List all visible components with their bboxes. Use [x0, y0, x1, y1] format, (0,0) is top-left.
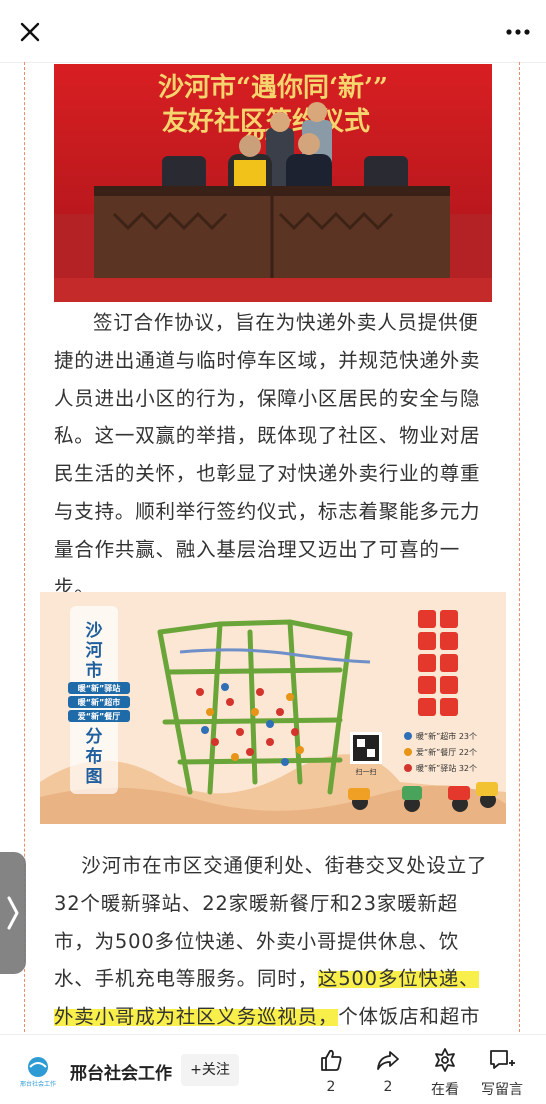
map-title-char-1: 沙	[86, 621, 103, 641]
map-tag-station: 暖“新”驿站	[78, 683, 121, 693]
paragraph-stations: 沙河市在市区交通便利处、街巷交叉处设立了32个暖新驿站、22家暖新餐厅和23家暖…	[54, 847, 494, 1032]
signing-ceremony-photo[interactable]: 沙河市“遇你同‘新’” 友好社区签约仪式 202	[54, 64, 492, 302]
map-graphic: 沙 河 市 分 布 图 暖“新”驿站 暖“新”超市 爱“新”餐厅 扫一扫 暖“新…	[40, 592, 506, 824]
like-button[interactable]: 2	[303, 1043, 359, 1101]
bottom-action-bar: 邢台社会工作 邢台社会工作 +关注 2 2 在看 写留言	[0, 1034, 546, 1104]
comment-label: 写留言	[481, 1082, 523, 1098]
photo-scene: 沙河市“遇你同‘新’” 友好社区签约仪式 202	[54, 64, 492, 302]
account-logo[interactable]: 邢台社会工作	[20, 1053, 56, 1089]
distribution-map[interactable]: 沙 河 市 分 布 图 暖“新”驿站 暖“新”超市 爱“新”餐厅 扫一扫 暖“新…	[40, 592, 506, 824]
share-button[interactable]: 2	[360, 1043, 416, 1101]
legend-restaurant: 爱“新”餐厅 22个	[416, 747, 477, 757]
close-button[interactable]	[14, 16, 46, 48]
side-expand-tab[interactable]	[0, 852, 26, 974]
qr-caption: 扫一扫	[356, 767, 377, 776]
article-frame-right	[519, 62, 520, 1032]
chevron-right-icon	[7, 896, 19, 930]
legend-station: 暖“新”驿站 32个	[416, 763, 477, 773]
follow-button[interactable]: +关注	[181, 1054, 239, 1086]
wow-label: 在看	[431, 1082, 459, 1098]
share-count: 2	[383, 1079, 393, 1095]
map-subtitle-char-2: 布	[86, 746, 103, 767]
more-button[interactable]	[500, 18, 536, 46]
wow-icon	[435, 1048, 455, 1072]
comment-icon	[490, 1050, 515, 1069]
map-subtitle-char-3: 图	[86, 767, 103, 787]
thumbs-up-icon	[321, 1049, 342, 1071]
logo-caption: 邢台社会工作	[20, 1080, 56, 1088]
logo-icon: 邢台社会工作	[20, 1057, 56, 1088]
more-dots-icon	[506, 29, 530, 35]
paragraph-agreement: 签订合作协议，旨在为快递外卖人员提供便捷的进出通道与临时停车区域，并规范快递外卖…	[54, 311, 481, 599]
map-title-char-3: 市	[86, 660, 103, 681]
like-count: 2	[326, 1079, 336, 1095]
legend-supermarket: 暖“新”超市 23个	[416, 731, 477, 741]
map-tag-supermarket: 暖“新”超市	[78, 697, 121, 707]
article-body: 沙河市“遇你同‘新’” 友好社区签约仪式 202 签订合作协议，旨在为快递外卖人…	[22, 62, 522, 1032]
map-subtitle-char-1: 分	[86, 727, 103, 747]
close-icon	[20, 22, 40, 42]
wow-button[interactable]: 在看	[417, 1043, 473, 1101]
comment-button[interactable]: 写留言	[474, 1043, 530, 1101]
banner-line1: 沙河市“遇你同‘新’”	[158, 72, 388, 103]
top-bar	[0, 0, 546, 63]
map-title-char-2: 河	[86, 641, 103, 661]
map-tag-restaurant: 爱“新”餐厅	[78, 711, 121, 721]
share-icon	[377, 1051, 399, 1070]
account-name[interactable]: 邢台社会工作	[70, 1059, 172, 1084]
